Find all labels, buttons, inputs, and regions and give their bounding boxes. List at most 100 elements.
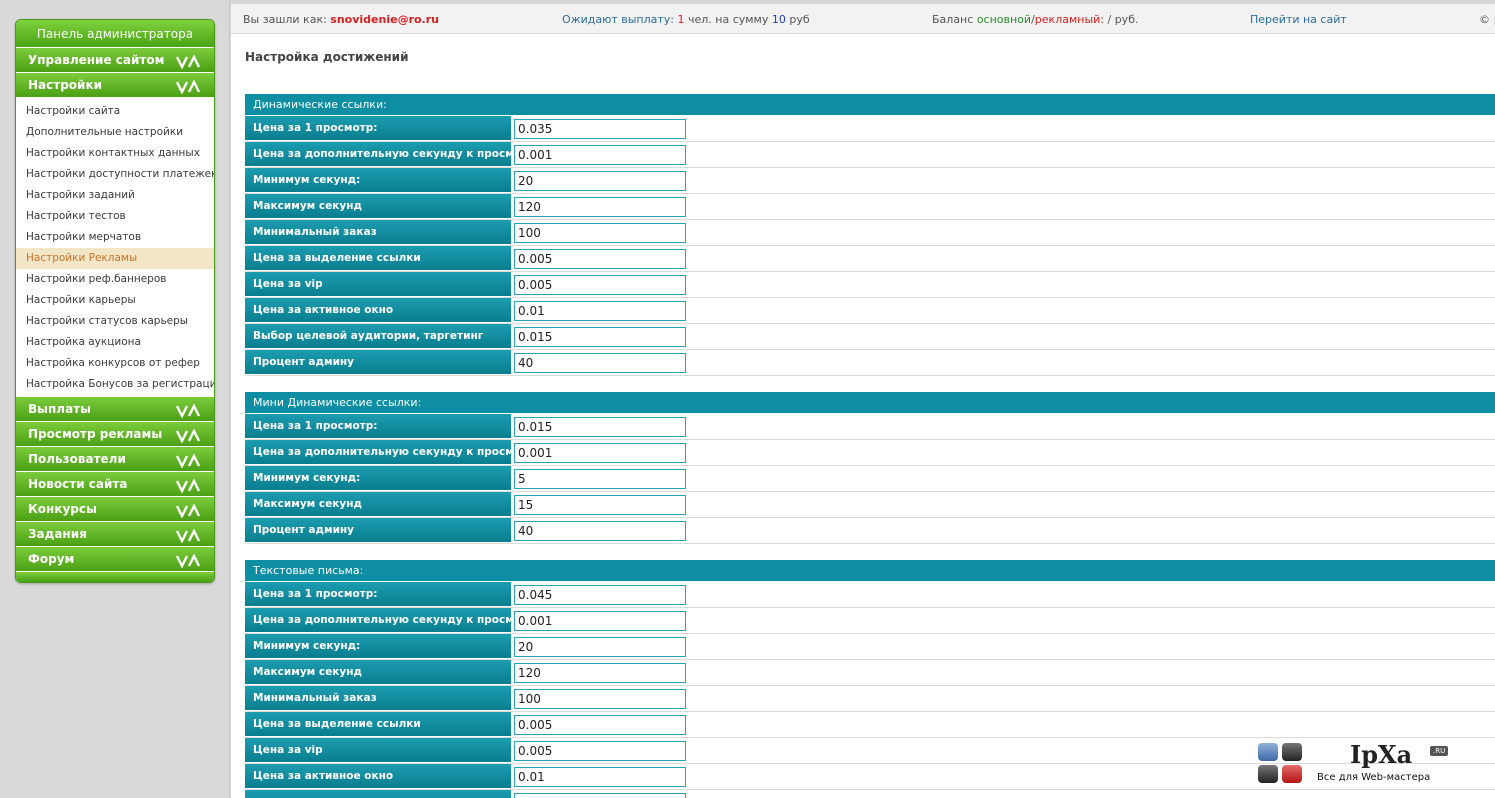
- logo-subtitle: Все для Web-мастера: [1317, 772, 1431, 783]
- value-input[interactable]: [514, 741, 686, 761]
- main-content: Настройка достижений Динамические ссылки…: [231, 34, 1495, 798]
- double-chevron-icon[interactable]: [175, 452, 201, 469]
- double-chevron-icon[interactable]: [175, 427, 201, 444]
- value-input[interactable]: [514, 611, 686, 631]
- settings-row: Максимум секунд: [245, 492, 1495, 518]
- value-input[interactable]: [514, 637, 686, 657]
- field-label: Цена за выделение ссылки: [245, 712, 511, 737]
- double-chevron-icon[interactable]: [175, 477, 201, 494]
- value-input[interactable]: [514, 249, 686, 269]
- sidebar-submenu-item[interactable]: Настройка аукциона: [16, 332, 214, 353]
- value-input[interactable]: [514, 663, 686, 683]
- value-input[interactable]: [514, 223, 686, 243]
- sidebar-submenu-item[interactable]: Настройки карьеры: [16, 290, 214, 311]
- field-label: Цена за 1 просмотр:: [245, 414, 511, 439]
- field-label: Цена за 1 просмотр:: [245, 116, 511, 141]
- field-label: Минимальный заказ: [245, 686, 511, 711]
- value-input[interactable]: [514, 301, 686, 321]
- pending-count: 1: [677, 13, 685, 26]
- value-input[interactable]: [514, 715, 686, 735]
- value-input[interactable]: [514, 495, 686, 515]
- menu-section-label: Выплаты: [28, 402, 91, 416]
- field-label: Цена за выделение ссылки: [245, 246, 511, 271]
- pending-sum: 10: [771, 13, 786, 26]
- double-chevron-icon[interactable]: [175, 552, 201, 569]
- settings-row: Минимум секунд:: [245, 634, 1495, 660]
- settings-row: Цена за выделение ссылки: [245, 246, 1495, 272]
- sidebar-submenu-item[interactable]: Настройки контактных данных: [16, 143, 214, 164]
- field-label: [245, 790, 511, 798]
- sidebar-submenu-item[interactable]: Настройки статусов карьеры: [16, 311, 214, 332]
- value-input[interactable]: [514, 689, 686, 709]
- value-input[interactable]: [514, 767, 686, 787]
- menu-section[interactable]: Новости сайта: [16, 472, 214, 497]
- sidebar-submenu-item[interactable]: Настройки реф.баннеров: [16, 269, 214, 290]
- copyright: © |: [1479, 13, 1495, 26]
- double-chevron-icon[interactable]: [175, 78, 201, 95]
- sidebar-submenu-item[interactable]: Настройки заданий: [16, 185, 214, 206]
- settings-row: Цена за дополнительную секунду к просмот…: [245, 608, 1495, 634]
- sidebar-submenu-item[interactable]: Настройка конкурсов от рефер: [16, 353, 214, 374]
- settings-row: Цена за дополнительную секунду к просмот…: [245, 440, 1495, 466]
- value-input[interactable]: [514, 443, 686, 463]
- sidebar-submenu-item[interactable]: Настройки Рекламы: [16, 248, 214, 269]
- menu-section[interactable]: Настройки: [16, 73, 214, 98]
- sidebar-submenu-item[interactable]: Настройки мерчатов: [16, 227, 214, 248]
- field-label: Выбор целевой аудитории, таргетинг: [245, 324, 511, 349]
- value-input[interactable]: [514, 521, 686, 541]
- menu-section[interactable]: Конкурсы: [16, 497, 214, 522]
- value-input[interactable]: [514, 197, 686, 217]
- settings-row: Процент админу: [245, 518, 1495, 544]
- settings-row: [245, 790, 1495, 798]
- logo-square-dark: [1282, 743, 1302, 761]
- value-input[interactable]: [514, 353, 686, 373]
- field-label: Максимум секунд: [245, 660, 511, 685]
- logo-badge: .RU: [1430, 746, 1449, 756]
- double-chevron-icon[interactable]: [175, 527, 201, 544]
- menu-section-label: Задания: [28, 527, 87, 541]
- sidebar-submenu-item[interactable]: Настройки доступности платежек: [16, 164, 214, 185]
- double-chevron-icon[interactable]: [175, 53, 201, 70]
- value-input[interactable]: [514, 417, 686, 437]
- settings-row: Цена за 1 просмотр:: [245, 582, 1495, 608]
- menu-section[interactable]: Форум: [16, 547, 214, 572]
- settings-row: Цена за выделение ссылки: [245, 712, 1495, 738]
- field-label: Цена за vip: [245, 272, 511, 297]
- value-input[interactable]: [514, 793, 686, 798]
- settings-section: Динамические ссылки:Цена за 1 просмотр:Ц…: [245, 94, 1495, 376]
- settings-row: Минимум секунд:: [245, 466, 1495, 492]
- settings-section: Мини Динамические ссылки: Цена за 1 просм…: [245, 392, 1495, 544]
- logo-square-red: [1282, 765, 1302, 783]
- value-input[interactable]: [514, 327, 686, 347]
- sidebar-submenu-item[interactable]: Дополнительные настройки: [16, 122, 214, 143]
- field-label: Максимум секунд: [245, 194, 511, 219]
- go-to-site-link[interactable]: Перейти на сайт: [1250, 13, 1347, 26]
- menu-section[interactable]: Управление сайтом: [16, 48, 214, 73]
- sidebar-submenu-item[interactable]: Настройка Бонусов за регистраци: [16, 374, 214, 395]
- value-input[interactable]: [514, 469, 686, 489]
- value-input[interactable]: [514, 275, 686, 295]
- menu-section-label: Форум: [28, 552, 75, 566]
- settings-row: Процент админу: [245, 350, 1495, 376]
- menu-section[interactable]: Просмотр рекламы: [16, 422, 214, 447]
- value-input[interactable]: [514, 585, 686, 605]
- menu-section-label: Просмотр рекламы: [28, 427, 163, 441]
- sidebar-submenu-item[interactable]: Настройки тестов: [16, 206, 214, 227]
- top-bar: Вы зашли как: snovidenie@ro.ru Ожидают в…: [231, 0, 1495, 34]
- field-label: Цена за активное окно: [245, 298, 511, 323]
- double-chevron-icon[interactable]: [175, 502, 201, 519]
- menu-section[interactable]: Пользователи: [16, 447, 214, 472]
- page-title: Настройка достижений: [245, 50, 409, 64]
- double-chevron-icon[interactable]: [175, 402, 201, 419]
- sidebar-submenu-item[interactable]: Настройки сайта: [16, 101, 214, 122]
- pending-payouts: Ожидают выплату: 1 чел. на сумму 10 руб: [562, 13, 810, 26]
- settings-submenu: Настройки сайта Дополнительные настройки Н…: [16, 98, 214, 397]
- menu-section[interactable]: Выплаты: [16, 397, 214, 422]
- menu-section[interactable]: Задания: [16, 522, 214, 547]
- field-label: Цена за vip: [245, 738, 511, 763]
- pending-mid: чел. на сумму: [687, 13, 769, 26]
- value-input[interactable]: [514, 145, 686, 165]
- balance-main-label: основной: [976, 13, 1032, 26]
- value-input[interactable]: [514, 171, 686, 191]
- value-input[interactable]: [514, 119, 686, 139]
